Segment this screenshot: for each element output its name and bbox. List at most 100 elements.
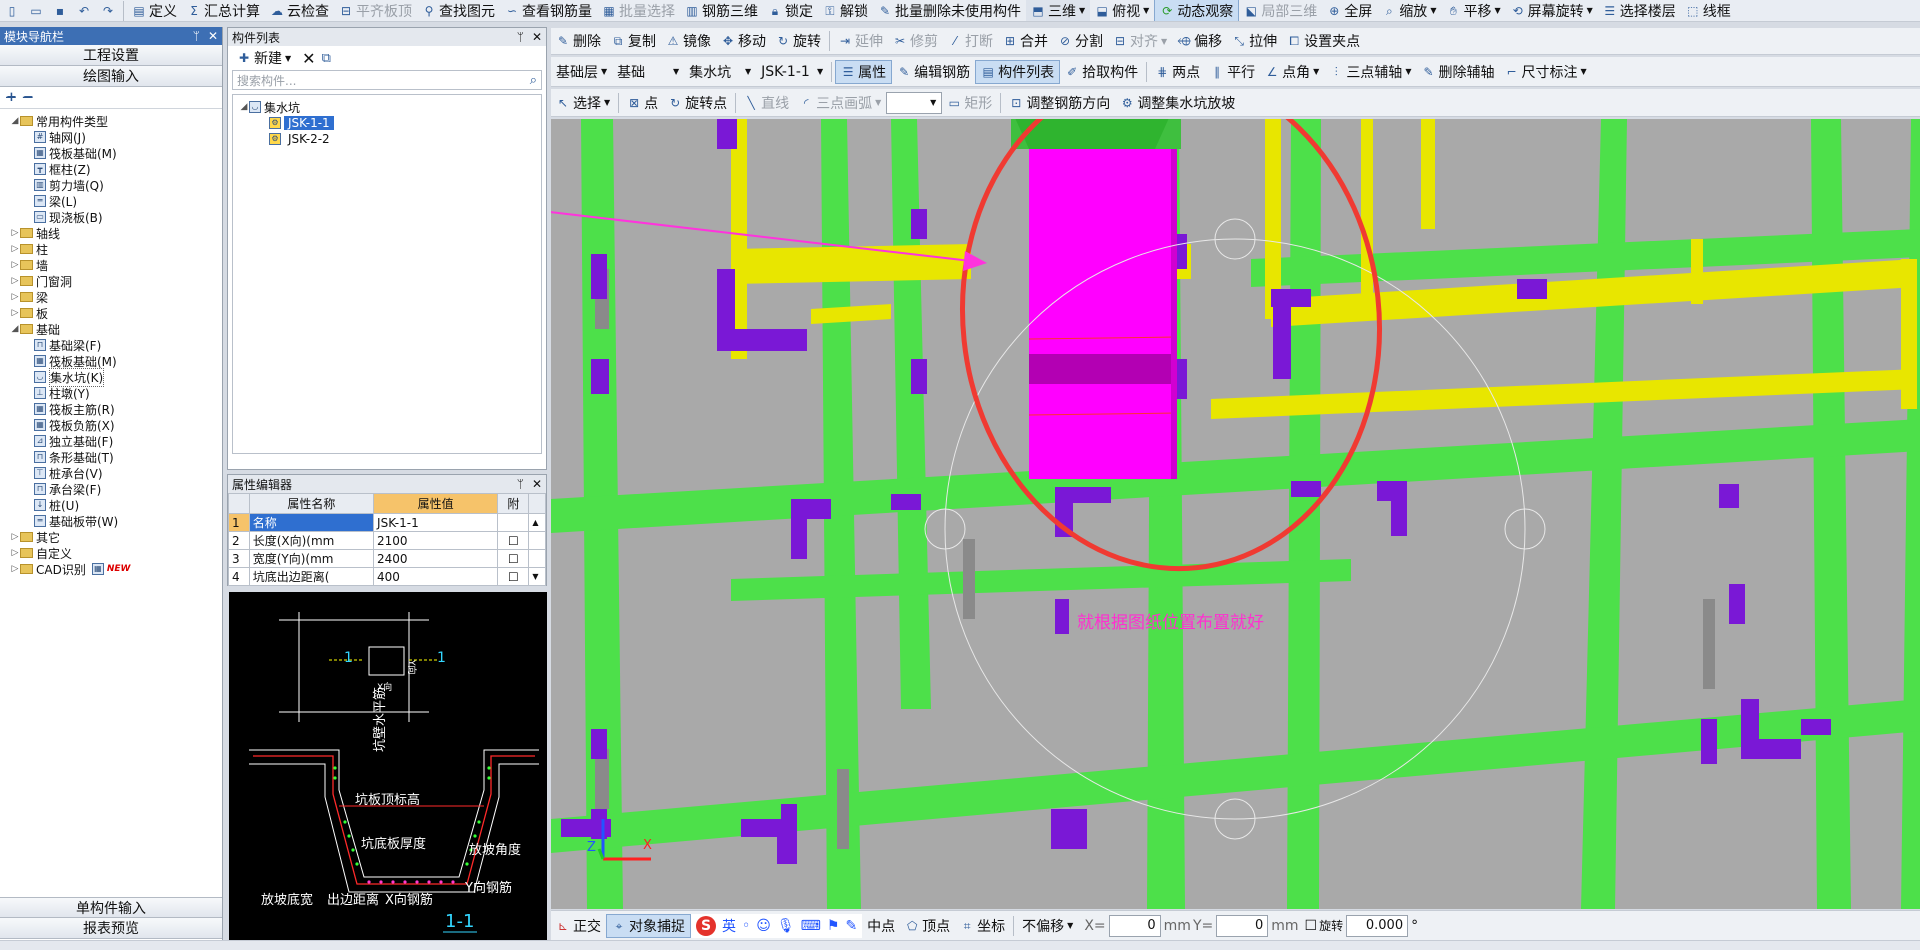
tree-slab[interactable]: ▷ 板	[10, 305, 222, 321]
tree-cad[interactable]: ▷ CAD识别 ▦ NEW	[10, 561, 222, 577]
rotate-checkbox[interactable]: ☐	[1305, 918, 1318, 934]
tree-item[interactable]: ↓ 桩(U)	[10, 497, 222, 513]
tree-item[interactable]: ⊓ 条形基础(T)	[10, 449, 222, 465]
mirror-button[interactable]: ⚠︎ 镜像	[661, 29, 716, 53]
extend-button[interactable]: ⇥ 延伸	[833, 29, 888, 53]
tree-item[interactable]: ═ 基础板带(W)	[10, 513, 222, 529]
tree-item[interactable]: ▦ 筏板主筋(R)	[10, 401, 222, 417]
save-icon[interactable]: ▪	[48, 0, 72, 21]
tree-item[interactable]: ═ 梁(L)	[10, 193, 222, 209]
3d-viewport[interactable]: Z X 就根据图纸位置布置就好 69	[551, 119, 1920, 909]
ime-punct-icon[interactable]: ◦	[742, 918, 750, 934]
break-button[interactable]: ⁄ 打断	[943, 29, 998, 53]
rotate-button[interactable]: ↻ 旋转	[771, 29, 826, 53]
type-select[interactable]: 集水坑 ▼	[684, 60, 756, 84]
tree-custom[interactable]: ▷ 自定义	[10, 545, 222, 561]
tree-item[interactable]: ⊥ 柱墩(Y)	[10, 385, 222, 401]
search-icon[interactable]: ⌕	[530, 73, 537, 88]
property-row[interactable]: 3 宽度(Y向)(mm 2400 ☐	[228, 549, 546, 568]
fullscreen-button[interactable]: ⊕ 全屏	[1322, 0, 1377, 21]
tree-item[interactable]: ▦ 筏板基础(M)	[10, 353, 222, 369]
rotate-point-button[interactable]: ↻ 旋转点	[663, 91, 732, 115]
x-coord-input[interactable]: 0	[1108, 914, 1161, 937]
set-grip-button[interactable]: ⧠ 设置夹点	[1282, 29, 1365, 53]
copy-icon[interactable]: ⧉	[322, 51, 331, 66]
component-list-button[interactable]: ▤ 构件列表	[975, 59, 1061, 84]
property-row[interactable]: 1 名称 JSK-1-1 ▲	[228, 513, 546, 532]
ime-mic-icon[interactable]: 🎙︎	[777, 918, 795, 934]
tree-item[interactable]: ⊓ 承台梁(F)	[10, 481, 222, 497]
property-value[interactable]: 2400	[373, 549, 499, 568]
midpoint-toggle[interactable]: 中点	[862, 914, 900, 938]
component-root[interactable]: ◢ ◡ 集水坑	[239, 99, 535, 115]
tree-item[interactable]: ⊓ 基础梁(F)	[10, 337, 222, 353]
drawing-input-button[interactable]: 绘图输入	[0, 66, 222, 87]
ime-toolbar[interactable]: S 英 ◦ ☺ 🎙︎ ⌨ ⚑ ✎	[691, 913, 863, 938]
batch-select-button[interactable]: ▦ 批量选择	[597, 0, 680, 21]
lock-button[interactable]: 🔒︎ 锁定	[763, 0, 818, 21]
cloud-check-button[interactable]: ☁ 云检查	[265, 0, 334, 21]
view-3d-button[interactable]: ⬒ 三维 ▼	[1026, 0, 1091, 21]
new-file-icon[interactable]: ▯	[0, 0, 24, 21]
property-value[interactable]: JSK-1-1	[373, 513, 499, 532]
rotate-angle-input[interactable]: 0.000	[1346, 914, 1409, 937]
coordinate-toggle[interactable]: ⌗ 坐标	[955, 914, 1010, 938]
find-element-button[interactable]: ⚲ 查找图元	[417, 0, 500, 21]
align-slab-top-button[interactable]: ⊟ 平齐板顶	[334, 0, 417, 21]
close-icon[interactable]: ✕	[208, 29, 218, 43]
attach-checkbox[interactable]: ☐	[497, 549, 530, 568]
dimension-button[interactable]: ⌐ 尺寸标注 ▼	[1499, 60, 1591, 84]
delete-icon[interactable]: ✕	[302, 49, 315, 68]
component-search-box[interactable]: 搜索构件... ⌕	[232, 70, 542, 90]
arc-mode-select[interactable]: ▼	[886, 91, 943, 114]
search-input[interactable]: 搜索构件...	[237, 72, 296, 89]
batch-delete-button[interactable]: ✎ 批量删除未使用构件	[873, 0, 1026, 21]
property-row[interactable]: 2 长度(X向)(mm 2100 ☐	[228, 531, 546, 550]
line-tool-button[interactable]: ╲ 直线	[739, 91, 794, 115]
screen-rotate-button[interactable]: ⟲ 屏幕旋转 ▼	[1506, 0, 1598, 21]
merge-button[interactable]: ⊞ 合并	[998, 29, 1053, 53]
tree-item[interactable]: ▦ 筏板负筋(X)	[10, 417, 222, 433]
delete-axis-button[interactable]: ✎ 删除辅轴	[1416, 60, 1499, 84]
point-tool-button[interactable]: ⊠ 点	[622, 91, 663, 115]
collapse-all-icon[interactable]: −̶	[23, 90, 34, 105]
tree-item[interactable]: ⊤ 桩承台(V)	[10, 465, 222, 481]
project-settings-button[interactable]: 工程设置	[0, 45, 222, 66]
report-preview-button[interactable]: 报表预览	[0, 918, 222, 939]
floor-select[interactable]: 基础层 ▼	[551, 60, 612, 84]
pick-component-button[interactable]: ✐ 拾取构件	[1060, 60, 1143, 84]
tree-foundation[interactable]: ◢ 基础	[10, 321, 222, 337]
redo-icon[interactable]: ↷	[96, 0, 120, 21]
wireframe-button[interactable]: ⬚ 线框	[1681, 0, 1736, 21]
tree-item[interactable]: ▭ 现浇板(B)	[10, 209, 222, 225]
component-item[interactable]: ⚙ JSK-2-2	[239, 131, 535, 147]
tree-wall[interactable]: ▷ 墙	[10, 257, 222, 273]
close-icon[interactable]: ✕	[532, 477, 542, 491]
ime-tools-icon[interactable]: ✎	[845, 918, 857, 934]
properties-button[interactable]: ☰ 属性	[835, 59, 893, 84]
tree-axis[interactable]: ▷ 轴线	[10, 225, 222, 241]
tree-item[interactable]: ┳ 框柱(Z)	[10, 161, 222, 177]
tree-common[interactable]: ◢ 常用构件类型	[10, 113, 222, 129]
y-coord-input[interactable]: 0	[1216, 914, 1269, 937]
offset-mode-select[interactable]: 不偏移 ▼	[1017, 914, 1078, 938]
component-select[interactable]: JSK-1-1 ▼	[756, 60, 828, 84]
view-rebar-button[interactable]: ∽ 查看钢筋量	[500, 0, 597, 21]
orbit-button[interactable]: ⟳ 动态观察	[1154, 0, 1240, 21]
three-point-axis-button[interactable]: ⫶ 三点辅轴 ▼	[1324, 60, 1416, 84]
define-button[interactable]: ▤ 定义	[127, 0, 182, 21]
undo-icon[interactable]: ↶	[72, 0, 96, 21]
single-component-button[interactable]: 单构件输入	[0, 897, 222, 918]
tree-item[interactable]: # 轴网(J)	[10, 129, 222, 145]
select-tool-button[interactable]: ↖ 选择 ▼	[551, 91, 615, 115]
offset-button[interactable]: ⬲ 偏移	[1172, 29, 1227, 53]
local-3d-button[interactable]: ⬕ 局部三维	[1239, 0, 1322, 21]
component-item-selected[interactable]: ⚙ JSK-1-1	[239, 115, 535, 131]
adjust-rebar-dir-button[interactable]: ⊡ 调整钢筋方向	[1004, 91, 1115, 115]
tree-item[interactable]: ⊿ 独立基础(F)	[10, 433, 222, 449]
tree-item-sump[interactable]: ◡ 集水坑(K)	[10, 367, 222, 387]
property-row[interactable]: 4 坑底出边距离( 400 ☐ ▼	[228, 567, 546, 586]
tree-beam[interactable]: ▷ 梁	[10, 289, 222, 305]
ortho-toggle[interactable]: ⊾ 正交	[551, 914, 606, 938]
tree-door[interactable]: ▷ 门窗洞	[10, 273, 222, 289]
